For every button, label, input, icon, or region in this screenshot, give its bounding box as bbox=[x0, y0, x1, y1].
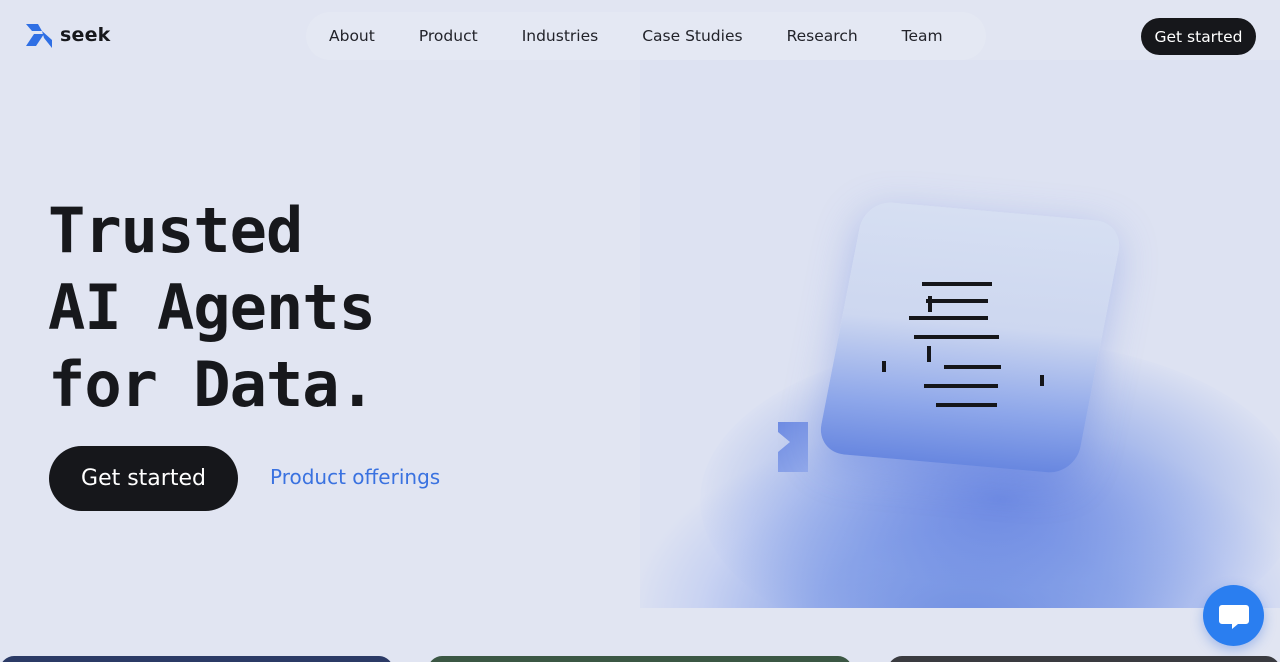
feature-card-1[interactable] bbox=[0, 656, 393, 662]
nav-item-industries[interactable]: Industries bbox=[522, 27, 599, 45]
seek-logo-icon bbox=[26, 24, 52, 48]
nav-item-about[interactable]: About bbox=[329, 27, 375, 45]
brand-name: seek bbox=[60, 24, 111, 46]
nav-item-team[interactable]: Team bbox=[902, 27, 943, 45]
nav-item-case-studies[interactable]: Case Studies bbox=[642, 27, 742, 45]
feature-card-3[interactable] bbox=[888, 656, 1280, 662]
headline-line-2: AI Agents bbox=[48, 271, 376, 344]
main-nav: About Product Industries Case Studies Re… bbox=[306, 12, 986, 60]
hero-get-started-button[interactable]: Get started bbox=[49, 446, 238, 511]
nav-item-research[interactable]: Research bbox=[787, 27, 858, 45]
hero-headline: Trusted AI Agents for Data. bbox=[48, 192, 376, 423]
feature-card-2[interactable] bbox=[428, 656, 852, 662]
nav-item-product[interactable]: Product bbox=[419, 27, 478, 45]
hero-visual bbox=[640, 60, 1280, 608]
chat-bubble-icon bbox=[1218, 604, 1249, 629]
header-get-started-button[interactable]: Get started bbox=[1141, 18, 1256, 55]
headline-line-1: Trusted bbox=[48, 194, 303, 267]
document-lines-illustration bbox=[882, 282, 1044, 407]
chat-button[interactable] bbox=[1203, 585, 1264, 646]
headline-line-3: for Data. bbox=[48, 348, 376, 421]
page: seek About Product Industries Case Studi… bbox=[0, 0, 1280, 662]
brand-logo[interactable]: seek bbox=[24, 22, 111, 48]
product-offerings-link[interactable]: Product offerings bbox=[270, 465, 440, 489]
